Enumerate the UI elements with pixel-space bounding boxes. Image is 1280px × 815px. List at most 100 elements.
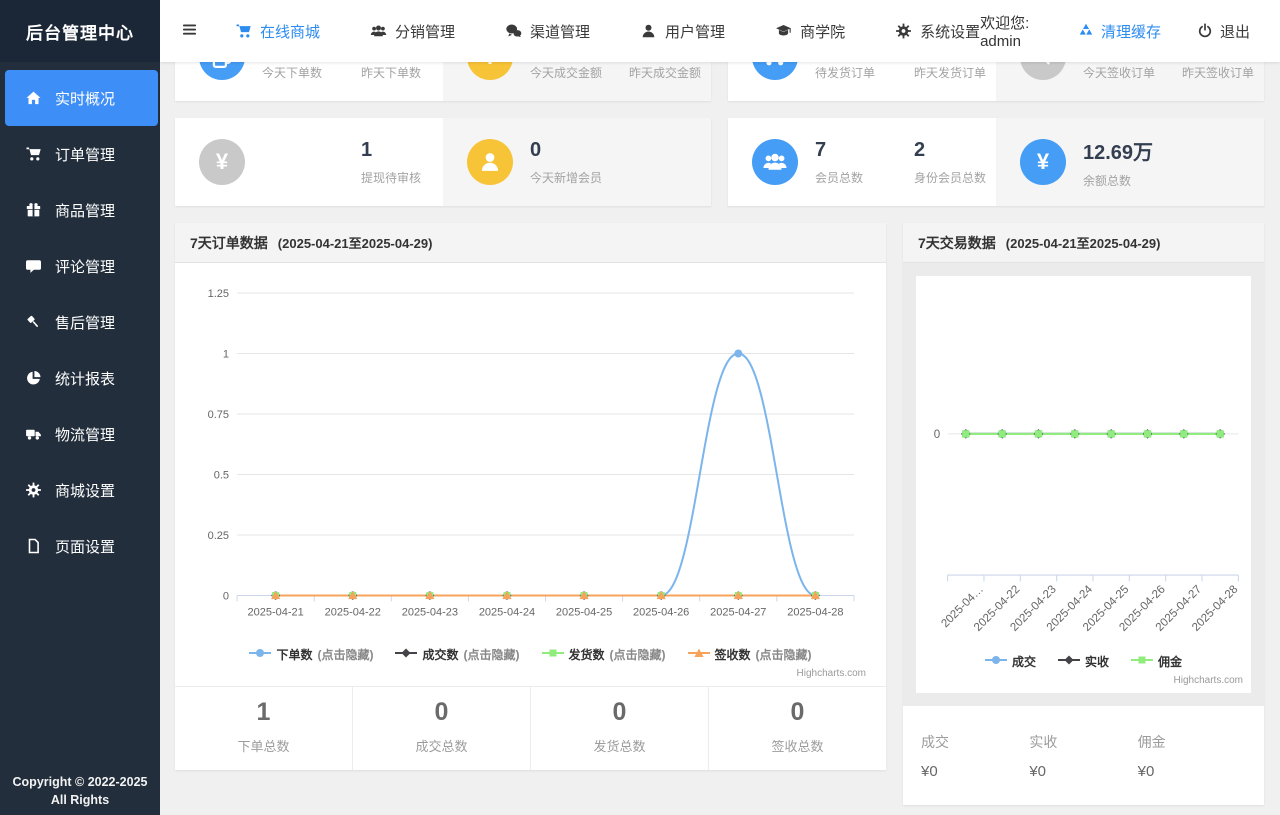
sidebar-item-label: 订单管理 bbox=[55, 144, 115, 165]
stat: 0 今天新增会员 bbox=[513, 139, 612, 186]
sidebar-item-label: 物流管理 bbox=[55, 424, 115, 445]
top-menu-item-label: 在线商城 bbox=[260, 21, 320, 42]
legend-marker-icon bbox=[688, 647, 710, 662]
order-total: 1下单总数 bbox=[175, 687, 353, 770]
stat-label: 会员总数 bbox=[815, 169, 897, 186]
order-total-label: 成交总数 bbox=[353, 736, 530, 755]
legend-item[interactable]: 发货数 (点击隐藏) bbox=[542, 646, 666, 663]
trade-total-value: ¥0 bbox=[1029, 763, 1137, 780]
trade-total: 成交¥0 bbox=[921, 732, 1029, 792]
order-total-label: 下单总数 bbox=[175, 736, 352, 755]
legend-hint: (点击隐藏) bbox=[317, 646, 373, 663]
trades-chart-header: 7天交易数据 (2025-04-21至2025-04-29) bbox=[903, 223, 1264, 263]
orders-chart-legend: 下单数 (点击隐藏) 成交数 (点击隐藏) 发货数 (点击隐藏) 签收数 (点击隐藏) bbox=[187, 646, 874, 663]
legend-hint: (点击隐藏) bbox=[464, 646, 520, 663]
top-menu-item[interactable]: 在线商城 bbox=[235, 21, 320, 42]
stat-label: 提现待审核 bbox=[361, 169, 443, 186]
navbar-right: 欢迎您: admin 清理缓存 退出 bbox=[980, 12, 1280, 50]
sidebar-item[interactable]: 实时概况 bbox=[5, 70, 158, 126]
svg-text:2025-04-24: 2025-04-24 bbox=[479, 606, 535, 618]
top-menu-item[interactable]: 分销管理 bbox=[370, 21, 455, 42]
logout-button[interactable]: 退出 bbox=[1197, 21, 1250, 42]
legend-marker-icon bbox=[985, 654, 1007, 669]
sidebar-item-label: 售后管理 bbox=[55, 312, 115, 333]
sidebar-item[interactable]: 页面设置 bbox=[0, 518, 160, 574]
order-total-label: 发货总数 bbox=[531, 736, 708, 755]
stat-label: 今天新增会员 bbox=[530, 169, 612, 186]
top-menu-item[interactable]: 商学院 bbox=[775, 21, 845, 42]
gear-icon bbox=[895, 23, 912, 39]
svg-text:0.25: 0.25 bbox=[208, 530, 229, 542]
wechat-icon bbox=[505, 23, 522, 39]
legend-item[interactable]: 成交 bbox=[985, 653, 1036, 670]
trade-total: 实收¥0 bbox=[1029, 732, 1137, 792]
app-logo: 后台管理中心 bbox=[0, 0, 160, 62]
stat-card: 0 今天新增会员 bbox=[443, 118, 711, 206]
orders-chart-header: 7天订单数据 (2025-04-21至2025-04-29) bbox=[175, 223, 886, 263]
recycle-icon bbox=[1078, 23, 1094, 39]
truck-icon bbox=[25, 426, 42, 442]
stat-value: 1 bbox=[361, 139, 443, 162]
order-total: 0 发货总数 bbox=[531, 687, 709, 770]
legend-item[interactable]: 实收 bbox=[1058, 653, 1109, 670]
sidebar-toggle-button[interactable] bbox=[160, 22, 203, 40]
sidebar-item[interactable]: 物流管理 bbox=[0, 406, 160, 462]
trades-chart-panel: 7天交易数据 (2025-04-21至2025-04-29) 02025-04…… bbox=[903, 223, 1264, 805]
sidebar-item[interactable]: 商品管理 bbox=[0, 182, 160, 238]
clear-cache-button[interactable]: 清理缓存 bbox=[1078, 21, 1161, 42]
highcharts-credit[interactable]: Highcharts.com bbox=[916, 670, 1251, 693]
legend-label: 佣金 bbox=[1158, 653, 1182, 670]
sidebar-item[interactable]: 售后管理 bbox=[0, 294, 160, 350]
top-menu-item[interactable]: 用户管理 bbox=[640, 21, 725, 42]
legend-marker-icon bbox=[1131, 654, 1153, 669]
stat-card-pair: 7会员总数2身份会员总数¥12.69万余额总数 bbox=[728, 118, 1264, 206]
gavel-icon bbox=[25, 314, 42, 330]
order-total-value: 0 bbox=[531, 698, 708, 727]
top-menu-item[interactable]: 渠道管理 bbox=[505, 21, 590, 42]
legend-marker-icon bbox=[395, 647, 417, 662]
svg-text:0: 0 bbox=[934, 429, 940, 441]
legend-marker-icon bbox=[1058, 654, 1080, 669]
pie-icon bbox=[25, 370, 42, 386]
legend-item[interactable]: 成交数 (点击隐藏) bbox=[395, 646, 519, 663]
welcome-text: 欢迎您: admin bbox=[980, 12, 1042, 50]
svg-text:1.25: 1.25 bbox=[208, 288, 229, 300]
sidebar-menu: 实时概况订单管理商品管理评论管理售后管理统计报表物流管理商城设置页面设置 bbox=[0, 62, 160, 574]
main-content: 0今天下单数1昨天下单数¥0今天成交金额0昨天成交金额7待发货订单0昨天发货订单… bbox=[160, 0, 1280, 805]
sidebar-item-label: 实时概况 bbox=[55, 88, 115, 109]
trade-total: 佣金¥0 bbox=[1138, 732, 1246, 792]
legend-label: 实收 bbox=[1085, 653, 1109, 670]
orders-chart-panel: 7天订单数据 (2025-04-21至2025-04-29) 0 0.25 0.5 0… bbox=[175, 223, 886, 770]
stat-card-pair: ¥1 提现待审核 0 今天新增会员 bbox=[175, 118, 711, 206]
stat-label: 今天成交金额 bbox=[530, 64, 612, 81]
yen-icon: ¥ bbox=[1037, 151, 1049, 173]
legend-item[interactable]: 签收数 (点击隐藏) bbox=[688, 646, 812, 663]
yen-icon: ¥ bbox=[216, 151, 228, 173]
top-menu-item[interactable]: 系统设置 bbox=[895, 21, 980, 42]
home-icon bbox=[25, 90, 42, 106]
stat-empty bbox=[612, 139, 711, 186]
svg-text:2025-04-26: 2025-04-26 bbox=[633, 606, 689, 618]
order-total: 0成交总数 bbox=[353, 687, 531, 770]
top-menu-item-label: 系统设置 bbox=[920, 21, 980, 42]
svg-text:0.5: 0.5 bbox=[214, 469, 229, 481]
legend-hint: (点击隐藏) bbox=[756, 646, 812, 663]
svg-text:2025-04-21: 2025-04-21 bbox=[247, 606, 303, 618]
legend-item[interactable]: 下单数 (点击隐藏) bbox=[249, 646, 373, 663]
top-menu-item-label: 分销管理 bbox=[395, 21, 455, 42]
sidebar-item[interactable]: 统计报表 bbox=[0, 350, 160, 406]
stat-value: 0 bbox=[530, 139, 612, 162]
stat-card: ¥1 提现待审核 bbox=[175, 118, 443, 206]
highcharts-credit[interactable]: Highcharts.com bbox=[187, 663, 874, 686]
stat-value: 12.69万 bbox=[1083, 136, 1165, 165]
person-icon bbox=[467, 139, 513, 185]
sidebar-item[interactable]: 评论管理 bbox=[0, 238, 160, 294]
sidebar-item[interactable]: 商城设置 bbox=[0, 462, 160, 518]
orders-chart-body: 00.250.50.7511.252025-04-212025-04-22202… bbox=[175, 263, 886, 686]
legend-item[interactable]: 佣金 bbox=[1131, 653, 1182, 670]
stat-row-2: ¥1提现待审核0今天新增会员7会员总数2身份会员总数¥12.69万余额总数 bbox=[175, 118, 1264, 206]
sidebar-item[interactable]: 订单管理 bbox=[0, 126, 160, 182]
svg-text:0.75: 0.75 bbox=[208, 409, 229, 421]
cart-icon bbox=[25, 146, 42, 162]
svg-text:2025-04-25: 2025-04-25 bbox=[556, 606, 612, 618]
